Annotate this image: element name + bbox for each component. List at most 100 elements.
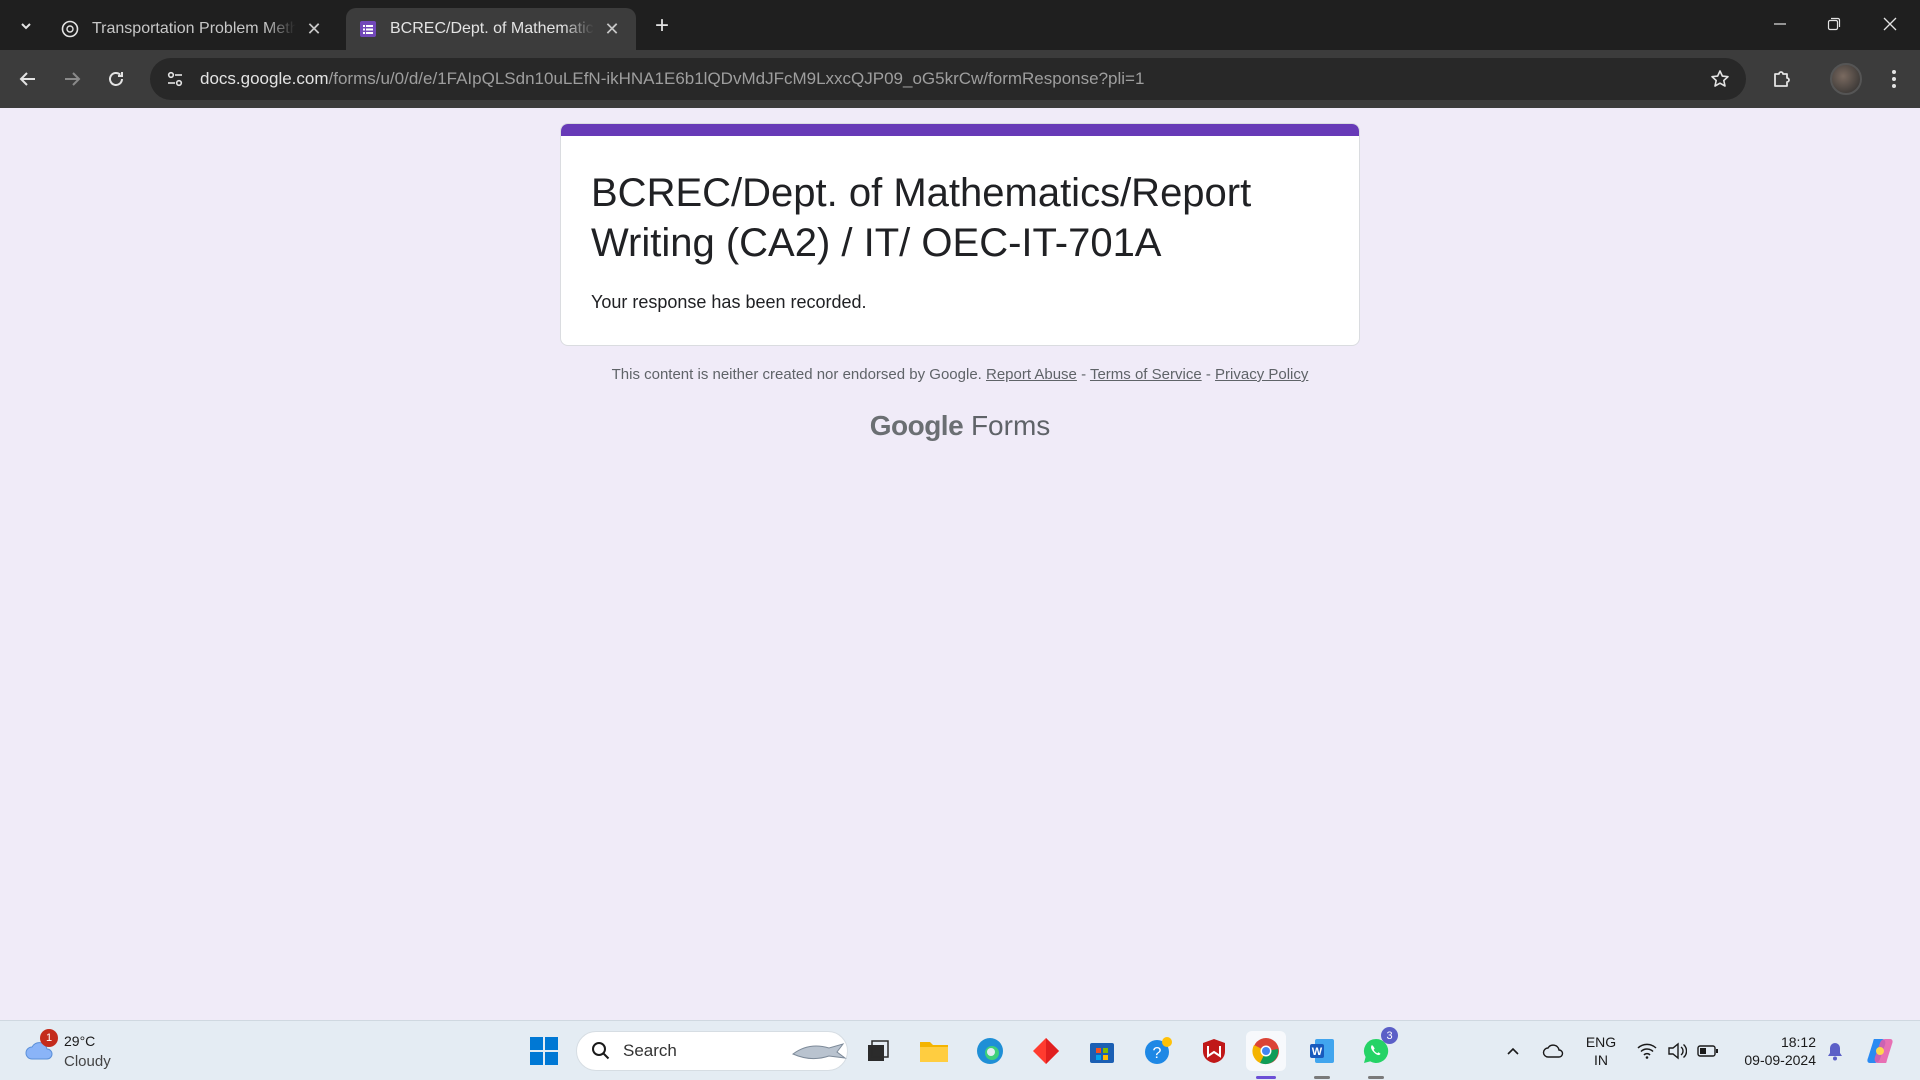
- help-icon: ?: [1145, 1037, 1172, 1064]
- edge-button[interactable]: [970, 1031, 1010, 1071]
- mcafee-button[interactable]: [1194, 1031, 1234, 1071]
- separator: -: [1201, 366, 1216, 383]
- weather-condition: Cloudy: [64, 1053, 111, 1070]
- search-icon: [592, 1042, 610, 1060]
- star-icon: [1711, 70, 1729, 87]
- volume-button[interactable]: [1664, 1031, 1690, 1071]
- privacy-policy-link[interactable]: Privacy Policy: [1215, 366, 1308, 383]
- show-hidden-icons-button[interactable]: [1500, 1031, 1526, 1071]
- back-button[interactable]: [12, 63, 44, 95]
- task-view-button[interactable]: [858, 1031, 898, 1071]
- whatsapp-button[interactable]: 3: [1356, 1027, 1398, 1079]
- browser-titlebar: Transportation Problem Method ✕ BCREC/De…: [0, 0, 1920, 50]
- windows-taskbar: 1 29°C Cloudy Search ? W 3 ENG IN 18:12 …: [0, 1020, 1920, 1080]
- file-explorer-button[interactable]: [914, 1031, 954, 1071]
- bookmark-button[interactable]: [1708, 67, 1732, 91]
- brand-forms: Forms: [970, 410, 1051, 441]
- unread-badge: 3: [1381, 1027, 1398, 1044]
- weather-temperature: 29°C: [64, 1033, 96, 1049]
- clock[interactable]: 18:12 09-09-2024: [1726, 1033, 1816, 1069]
- tune-icon: [167, 71, 183, 87]
- url-host: docs.google.com: [200, 69, 329, 88]
- taskbar-search[interactable]: Search: [576, 1031, 848, 1071]
- google-forms-icon: [358, 19, 378, 39]
- weather-widget[interactable]: 1 29°C Cloudy: [20, 1029, 130, 1073]
- site-info-button[interactable]: [154, 58, 196, 100]
- forward-button[interactable]: [56, 63, 88, 95]
- chrome-icon: [1252, 1038, 1279, 1065]
- word-icon: W: [1310, 1039, 1334, 1063]
- avatar: [1830, 63, 1862, 95]
- browser-toolbar: docs.google.com/forms/u/0/d/e/1FAIpQLSdn…: [0, 50, 1920, 108]
- volume-icon: [1668, 1042, 1687, 1060]
- windows-icon: [530, 1037, 558, 1065]
- app-button-red-diamond[interactable]: [1026, 1031, 1066, 1071]
- battery-button[interactable]: [1694, 1031, 1722, 1071]
- tab-search-button[interactable]: [12, 12, 40, 40]
- edge-icon: [977, 1038, 1003, 1064]
- reload-button[interactable]: [100, 63, 132, 95]
- input-language-indicator[interactable]: ENG IN: [1580, 1033, 1622, 1069]
- copilot-button[interactable]: [1862, 1031, 1898, 1071]
- diamond-app-icon: [1033, 1038, 1059, 1064]
- form-title: BCREC/Dept. of Mathematics/Report Writin…: [591, 171, 1252, 265]
- battery-icon: [1697, 1045, 1718, 1057]
- arrow-left-icon: [19, 72, 35, 86]
- copilot-icon: [1867, 1039, 1893, 1063]
- restore-button[interactable]: [1806, 0, 1862, 48]
- mcafee-shield-icon: [1203, 1039, 1225, 1063]
- close-window-button[interactable]: [1862, 0, 1918, 48]
- tab-transportation-problem[interactable]: Transportation Problem Method ✕: [48, 8, 338, 50]
- extensions-button[interactable]: [1766, 63, 1798, 95]
- form-response-card: BCREC/Dept. of Mathematics/Report Writin…: [560, 123, 1360, 346]
- chevron-up-icon: [1507, 1047, 1519, 1055]
- notifications-button[interactable]: [1822, 1031, 1848, 1071]
- minimize-icon: [1774, 23, 1786, 25]
- report-abuse-link[interactable]: Report Abuse: [986, 366, 1077, 383]
- address-bar[interactable]: docs.google.com/forms/u/0/d/e/1FAIpQLSdn…: [150, 58, 1746, 100]
- chrome-button[interactable]: [1246, 1031, 1286, 1079]
- google-forms-logo[interactable]: Google Forms: [560, 410, 1360, 442]
- wifi-icon: [1637, 1043, 1657, 1059]
- tab-title: Transportation Problem Method: [92, 20, 296, 37]
- running-indicator: [1368, 1076, 1384, 1079]
- microsoft-store-button[interactable]: [1082, 1031, 1122, 1071]
- tab-bcrec-form[interactable]: BCREC/Dept. of Mathematics/Report Writin…: [346, 8, 636, 50]
- browser-menu-button[interactable]: [1878, 63, 1910, 95]
- form-accent-bar: [561, 124, 1359, 136]
- url-path: /forms/u/0/d/e/1FAIpQLSdn10uLEfN-ikHNA1E…: [328, 69, 1145, 88]
- restore-icon: [1827, 17, 1841, 31]
- separator: -: [1076, 366, 1090, 383]
- store-icon: [1090, 1043, 1114, 1063]
- puzzle-icon: [1774, 71, 1790, 87]
- get-help-button[interactable]: ?: [1138, 1031, 1178, 1071]
- close-icon[interactable]: ✕: [302, 17, 326, 41]
- running-indicator: [1256, 1076, 1276, 1079]
- new-tab-button[interactable]: +: [648, 12, 676, 40]
- svg-text:?: ?: [1153, 1045, 1162, 1062]
- disclaimer: This content is neither created nor endo…: [560, 366, 1360, 383]
- close-icon[interactable]: ✕: [600, 17, 624, 41]
- search-highlight-icon: [792, 1043, 847, 1060]
- svg-text:W: W: [1312, 1046, 1323, 1058]
- word-button[interactable]: W: [1302, 1031, 1342, 1079]
- minimize-button[interactable]: [1752, 0, 1808, 48]
- terms-of-service-link[interactable]: Terms of Service: [1090, 366, 1202, 383]
- arrow-right-icon: [65, 72, 81, 86]
- brand-google: Google: [869, 410, 964, 441]
- running-indicator: [1314, 1076, 1330, 1079]
- wifi-button[interactable]: [1634, 1031, 1660, 1071]
- more-vertical-icon: [1892, 70, 1896, 88]
- start-button[interactable]: [524, 1031, 564, 1071]
- region-code: IN: [1594, 1052, 1608, 1068]
- onedrive-button[interactable]: [1538, 1031, 1568, 1071]
- close-icon: [1883, 17, 1897, 31]
- reload-icon: [109, 72, 123, 86]
- notification-badge: 1: [40, 1029, 58, 1047]
- bell-icon: [1828, 1043, 1842, 1061]
- language-code: ENG: [1585, 1034, 1617, 1050]
- cloud-icon: [1542, 1044, 1564, 1058]
- profile-button[interactable]: [1830, 63, 1862, 95]
- response-recorded-message: Your response has been recorded.: [591, 292, 867, 312]
- clock-date: 09-09-2024: [1744, 1052, 1816, 1068]
